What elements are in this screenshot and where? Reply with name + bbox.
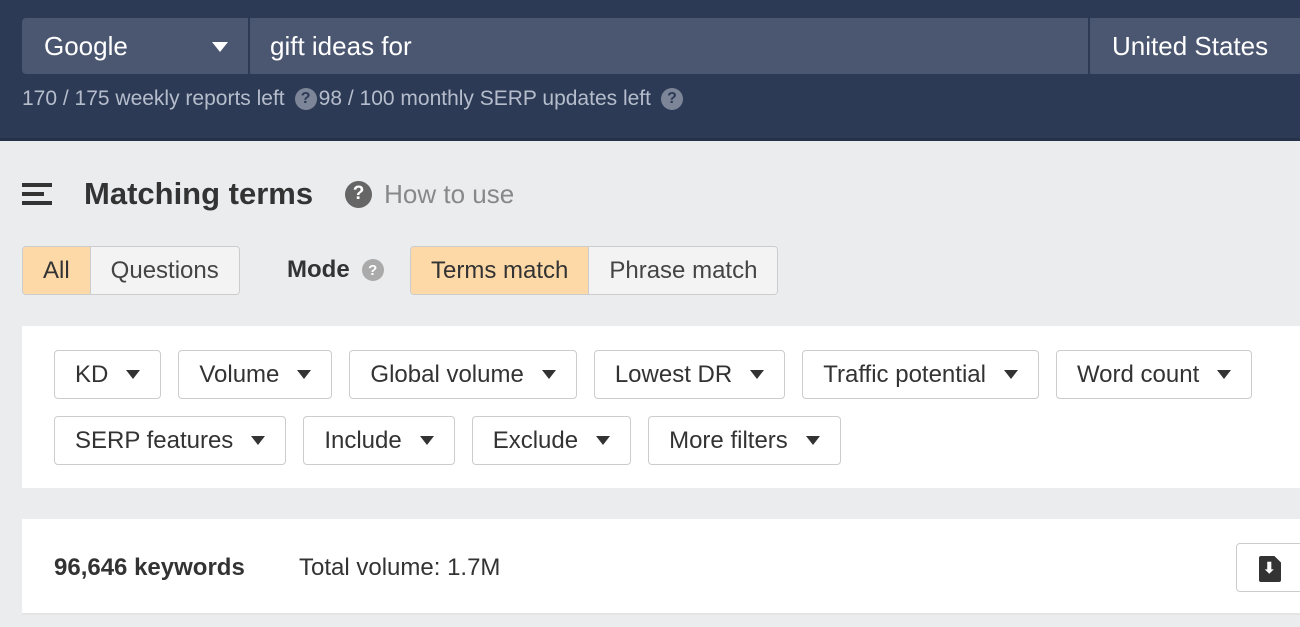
filter-word-count[interactable]: Word count <box>1055 350 1253 399</box>
keyword-value: gift ideas for <box>270 30 412 61</box>
filters-panel: KD Volume Global volume Lowest DR Traffi… <box>22 326 1300 488</box>
filter-exclude[interactable]: Exclude <box>471 416 632 465</box>
tab-questions[interactable]: Questions <box>89 247 239 294</box>
menu-icon[interactable] <box>22 183 52 205</box>
chevron-down-icon <box>212 42 228 52</box>
filter-global-volume[interactable]: Global volume <box>349 350 577 399</box>
filter-more-filters[interactable]: More filters <box>648 416 841 465</box>
caret-down-icon <box>126 370 141 379</box>
filter-serp-features[interactable]: SERP features <box>54 416 287 465</box>
caret-down-icon <box>541 370 556 379</box>
tab-terms-match[interactable]: Terms match <box>411 247 589 294</box>
filter-include[interactable]: Include <box>303 416 455 465</box>
engine-label: Google <box>44 30 128 61</box>
mode-label: Mode? <box>287 256 384 284</box>
keyword-count: 96,646 keywords <box>54 554 245 581</box>
download-file-icon <box>1259 556 1281 582</box>
filter-volume[interactable]: Volume <box>178 350 333 399</box>
total-volume: Total volume: 1.7M <box>299 554 501 581</box>
caret-down-icon <box>596 436 611 445</box>
mode-text: Mode <box>287 256 350 283</box>
help-icon[interactable]: ? <box>660 88 683 110</box>
page-header: Matching terms ? How to use <box>22 172 514 216</box>
top-search-bar: Google gift ideas for United States 170 … <box>0 0 1300 141</box>
caret-down-icon <box>419 436 434 445</box>
results-summary: 96,646 keywords Total volume: 1.7M <box>22 519 1300 615</box>
keyword-input[interactable]: gift ideas for <box>250 18 1088 74</box>
page-title: Matching terms <box>84 176 314 211</box>
caret-down-icon <box>750 370 765 379</box>
how-to-use-link[interactable]: How to use <box>384 179 514 210</box>
filter-lowest-dr[interactable]: Lowest DR <box>593 350 786 399</box>
weekly-reports-text: 170 / 175 weekly reports left <box>22 87 285 110</box>
tab-all[interactable]: All <box>23 247 90 294</box>
help-icon[interactable]: ? <box>345 180 373 208</box>
country-label: United States <box>1112 30 1269 61</box>
caret-down-icon <box>1003 370 1018 379</box>
filter-kd[interactable]: KD <box>54 350 162 399</box>
tab-phrase-match[interactable]: Phrase match <box>588 247 778 294</box>
caret-down-icon <box>251 436 266 445</box>
caret-down-icon <box>297 370 312 379</box>
help-icon[interactable]: ? <box>361 259 384 281</box>
monthly-updates-text: 98 / 100 monthly SERP updates left <box>318 87 651 110</box>
help-icon[interactable]: ? <box>294 88 317 110</box>
search-engine-select[interactable]: Google <box>22 18 248 74</box>
keyword-type-tabs: All Questions <box>22 246 240 295</box>
usage-info: 170 / 175 weekly reports left ? 98 / 100… <box>22 87 685 111</box>
mode-tabs: Terms match Phrase match <box>410 246 779 295</box>
caret-down-icon <box>1217 370 1232 379</box>
country-select[interactable]: United States <box>1090 18 1300 74</box>
caret-down-icon <box>805 436 820 445</box>
filter-traffic-potential[interactable]: Traffic potential <box>802 350 1039 399</box>
export-button[interactable] <box>1236 543 1300 592</box>
